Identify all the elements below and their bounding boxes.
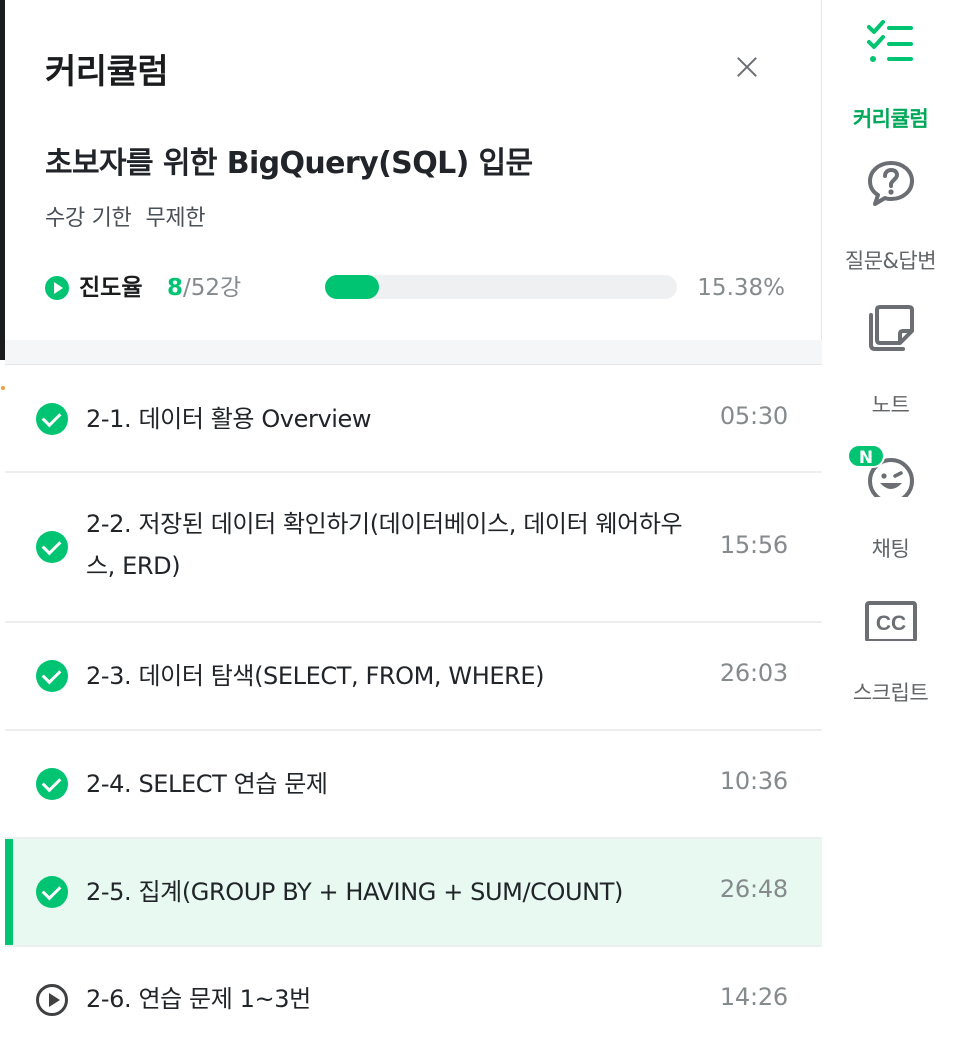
lesson-duration: 10:36 [719,767,788,795]
rail-tab-chat[interactable]: 채팅 [822,445,959,575]
progress-completed: 8 [167,275,184,301]
rail-label-qna: 질문&답변 [844,249,937,273]
progress-label: 진도율 [79,275,143,301]
lesson-duration: 05:30 [719,402,788,430]
lesson-item-2-6[interactable]: 2-6. 연습 문제 1~3번 14:26 [5,947,822,1040]
rail-label-curriculum: 커리큘럼 [852,107,929,131]
progress-play-icon [45,276,69,300]
panel-title: 커리큘럼 [45,52,169,92]
completed-check-icon [36,531,68,563]
period-label: 수강 기한 [45,206,132,231]
lesson-duration: 26:48 [719,875,788,903]
curriculum-header: 커리큘럼 초보자를 위한 BigQuery(SQL) 입문 수강 기한 무제한 진… [5,0,822,340]
lesson-item-2-3[interactable]: 2-3. 데이터 탐색(SELECT, FROM, WHERE) 26:03 [5,623,822,731]
period-value: 무제한 [145,206,206,231]
course-period: 수강 기한 무제한 [45,200,206,232]
completed-check-icon [36,768,68,800]
rail-tab-curriculum[interactable]: 커리큘럼 [822,15,959,145]
svg-text:CC: CC [876,612,906,635]
close-icon[interactable] [732,52,762,82]
progress-bar-fill [325,275,380,299]
lesson-item-2-5[interactable]: 2-5. 집계(GROUP BY + HAVING + SUM/COUNT) 2… [5,839,822,947]
completed-check-icon [36,403,68,435]
progress-row: 진도율 8/52강 15.38% [45,270,785,306]
new-chat-badge: N [847,444,885,468]
question-bubble-icon [868,161,914,206]
progress-percent: 15.38% [697,275,785,301]
rail-tab-qna[interactable]: 질문&답변 [822,157,959,287]
completed-check-icon [36,660,68,692]
rail-tab-script[interactable]: CC 스크립트 [822,589,959,719]
progress-bar [325,275,677,299]
lesson-title: 2-1. 데이터 활용 Overview [86,405,372,433]
rail-label-script: 스크립트 [852,681,929,705]
lesson-title: 2-6. 연습 문제 1~3번 [86,985,311,1013]
progress-total: /52강 [183,275,242,301]
lesson-title: 2-4. SELECT 연습 문제 [86,770,328,798]
lesson-title: 2-3. 데이터 탐색(SELECT, FROM, WHERE) [86,662,545,690]
lesson-duration: 15:56 [719,531,788,559]
lesson-item-2-1[interactable]: 2-1. 데이터 활용 Overview 05:30 [5,365,822,473]
side-rail: 커리큘럼 질문&답변 노트 채팅 CC 스크립트 N [822,0,959,1040]
lesson-duration: 14:26 [719,983,788,1011]
curriculum-panel: 커리큘럼 초보자를 위한 BigQuery(SQL) 입문 수강 기한 무제한 진… [5,0,822,1040]
curriculum-list-icon [867,20,913,62]
cc-icon: CC [865,601,917,641]
section-divider [5,340,822,365]
rail-label-note: 노트 [871,393,910,417]
lesson-title: 2-2. 저장된 데이터 확인하기(데이터베이스, 데이터 웨어하우스, ERD… [86,510,683,580]
note-icon [869,305,914,351]
progress-count: 8/52강 [167,270,241,306]
completed-check-icon [36,876,68,908]
lesson-title: 2-5. 집계(GROUP BY + HAVING + SUM/COUNT) [86,878,623,906]
lesson-duration: 26:03 [719,659,788,687]
rail-tab-note[interactable]: 노트 [822,301,959,431]
lesson-item-2-4[interactable]: 2-4. SELECT 연습 문제 10:36 [5,731,822,839]
course-title: 초보자를 위한 BigQuery(SQL) 입문 [45,146,533,181]
lesson-item-2-2[interactable]: 2-2. 저장된 데이터 확인하기(데이터베이스, 데이터 웨어하우스, ERD… [5,473,822,623]
rail-label-chat: 채팅 [871,537,910,561]
lesson-list: 2-1. 데이터 활용 Overview 05:30 2-2. 저장된 데이터 … [5,365,822,1040]
play-circle-icon [36,984,68,1016]
